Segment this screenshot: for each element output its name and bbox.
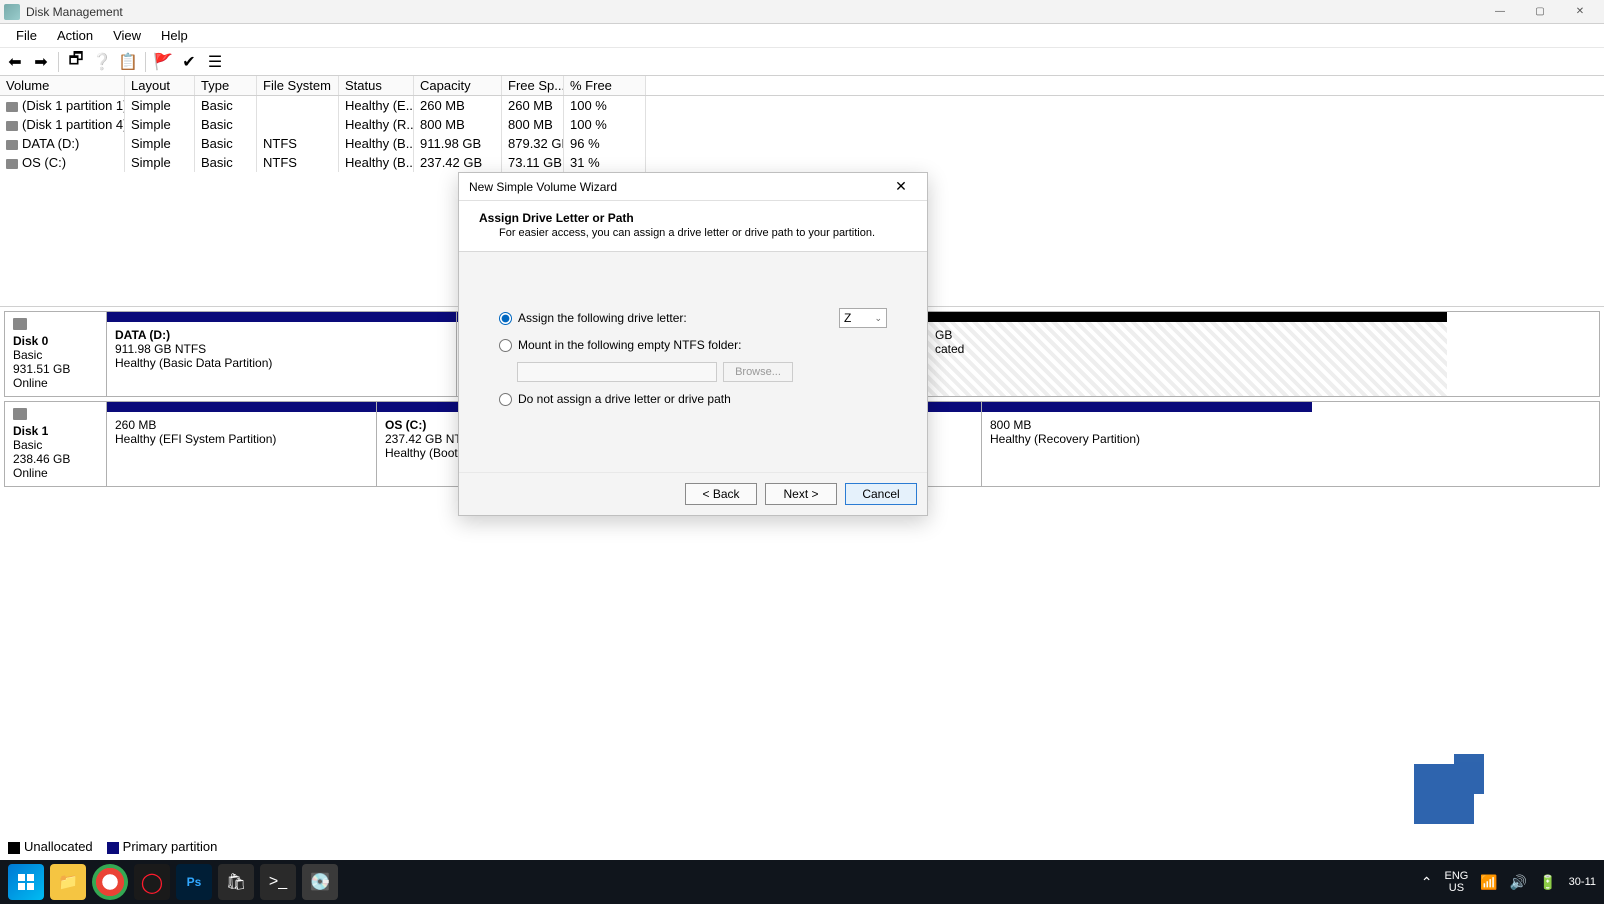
opt-no-assign-radio[interactable] <box>499 393 512 406</box>
browse-button: Browse... <box>723 362 793 382</box>
volume-row[interactable]: (Disk 1 partition 4) Simple Basic Health… <box>0 115 1604 134</box>
maximize-button[interactable]: ▢ <box>1520 1 1560 23</box>
action-icon[interactable]: ✔ <box>178 51 200 73</box>
opt-mount-folder-radio[interactable] <box>499 339 512 352</box>
col-volume[interactable]: Volume <box>0 76 125 95</box>
back-icon[interactable]: ⬅ <box>4 51 26 73</box>
legend-primary-swatch <box>107 842 119 854</box>
menu-file[interactable]: File <box>6 26 47 45</box>
legend-unallocated-swatch <box>8 842 20 854</box>
back-button[interactable]: < Back <box>685 483 757 505</box>
wizard-body: Assign the following drive letter: Z ⌄ M… <box>459 252 927 472</box>
opt-no-assign-label: Do not assign a drive letter or drive pa… <box>518 392 731 406</box>
drive-letter-combo[interactable]: Z ⌄ <box>839 308 887 328</box>
col-freespace[interactable]: Free Sp... <box>502 76 564 95</box>
chrome-icon[interactable] <box>92 864 128 900</box>
settings-icon[interactable]: 📋 <box>117 51 139 73</box>
terminal-icon[interactable]: >_ <box>260 864 296 900</box>
titlebar: Disk Management — ▢ ✕ <box>0 0 1604 24</box>
opt-mount-folder-label: Mount in the following empty NTFS folder… <box>518 338 741 352</box>
wizard-banner-title: Assign Drive Letter or Path <box>479 211 907 225</box>
app-title: Disk Management <box>26 5 1480 19</box>
photoshop-icon[interactable]: Ps <box>176 864 212 900</box>
language-indicator[interactable]: ENG US <box>1445 870 1469 894</box>
wizard-footer: < Back Next > Cancel <box>459 472 927 515</box>
col-type[interactable]: Type <box>195 76 257 95</box>
col-filesystem[interactable]: File System <box>257 76 339 95</box>
app-icon <box>4 4 20 20</box>
wizard-titlebar[interactable]: New Simple Volume Wizard ✕ <box>459 173 927 201</box>
disk-icon <box>13 408 27 420</box>
opera-icon[interactable]: ◯ <box>134 864 170 900</box>
tray-chevron-icon[interactable]: ⌃ <box>1421 874 1433 891</box>
refresh-icon[interactable]: 🗗 <box>65 51 87 73</box>
partition[interactable]: 260 MB Healthy (EFI System Partition) <box>107 402 377 486</box>
system-tray: ⌃ ENG US 📶 🔊 🔋 30-11 <box>1421 870 1596 894</box>
legend: Unallocated Primary partition <box>8 839 217 854</box>
list-icon[interactable]: ☰ <box>204 51 226 73</box>
volume-row[interactable]: (Disk 1 partition 1) Simple Basic Health… <box>0 96 1604 115</box>
explorer-icon[interactable]: 📁 <box>50 864 86 900</box>
menubar: File Action View Help <box>0 24 1604 48</box>
wizard-title: New Simple Volume Wizard <box>469 180 885 194</box>
volume-list-header: Volume Layout Type File System Status Ca… <box>0 76 1604 96</box>
disk-header: Disk 0 Basic 931.51 GB Online <box>5 312 107 396</box>
taskbar: 📁 ◯ Ps 🛍 >_ 💽 ⌃ ENG US 📶 🔊 🔋 30-11 <box>0 860 1604 904</box>
col-capacity[interactable]: Capacity <box>414 76 502 95</box>
close-button[interactable]: ✕ <box>1560 1 1600 23</box>
volume-icon[interactable]: 🔊 <box>1510 874 1527 891</box>
wizard-close-icon[interactable]: ✕ <box>885 178 917 195</box>
wizard-dialog: New Simple Volume Wizard ✕ Assign Drive … <box>458 172 928 516</box>
store-icon[interactable]: 🛍 <box>218 864 254 900</box>
drive-letter-value: Z <box>844 311 851 325</box>
wifi-icon[interactable]: 📶 <box>1480 874 1497 891</box>
menu-help[interactable]: Help <box>151 26 198 45</box>
volume-row[interactable]: OS (C:) Simple Basic NTFS Healthy (B... … <box>0 153 1604 172</box>
legend-unallocated-label: Unallocated <box>24 839 93 854</box>
forward-icon[interactable]: ➡ <box>30 51 52 73</box>
partition[interactable]: 800 MB Healthy (Recovery Partition) <box>982 402 1312 486</box>
menu-action[interactable]: Action <box>47 26 103 45</box>
clock[interactable]: 30-11 <box>1569 876 1596 888</box>
disk-icon <box>13 318 27 330</box>
col-pctfree[interactable]: % Free <box>564 76 646 95</box>
help-icon[interactable]: ❔ <box>91 51 113 73</box>
partition[interactable]: DATA (D:) 911.98 GB NTFS Healthy (Basic … <box>107 312 457 396</box>
diskmgmt-icon[interactable]: 💽 <box>302 864 338 900</box>
opt-assign-letter-radio[interactable] <box>499 312 512 325</box>
menu-view[interactable]: View <box>103 26 151 45</box>
next-button[interactable]: Next > <box>765 483 837 505</box>
start-button[interactable] <box>8 864 44 900</box>
col-status[interactable]: Status <box>339 76 414 95</box>
volume-row[interactable]: DATA (D:) Simple Basic NTFS Healthy (B..… <box>0 134 1604 153</box>
legend-primary-label: Primary partition <box>123 839 218 854</box>
toolbar: ⬅ ➡ 🗗 ❔ 📋 🚩 ✔ ☰ <box>0 48 1604 76</box>
cancel-button[interactable]: Cancel <box>845 483 917 505</box>
mount-path-input <box>517 362 717 382</box>
opt-assign-letter-label: Assign the following drive letter: <box>518 311 687 325</box>
battery-icon[interactable]: 🔋 <box>1539 874 1556 891</box>
watermark <box>1414 764 1594 854</box>
minimize-button[interactable]: — <box>1480 1 1520 23</box>
col-layout[interactable]: Layout <box>125 76 195 95</box>
chevron-down-icon: ⌄ <box>874 313 882 324</box>
wizard-banner: Assign Drive Letter or Path For easier a… <box>459 201 927 252</box>
disk-header: Disk 1 Basic 238.46 GB Online <box>5 402 107 486</box>
partition[interactable]: GB cated <box>927 312 1447 396</box>
wizard-banner-subtitle: For easier access, you can assign a driv… <box>499 227 907 239</box>
flag-icon[interactable]: 🚩 <box>152 51 174 73</box>
